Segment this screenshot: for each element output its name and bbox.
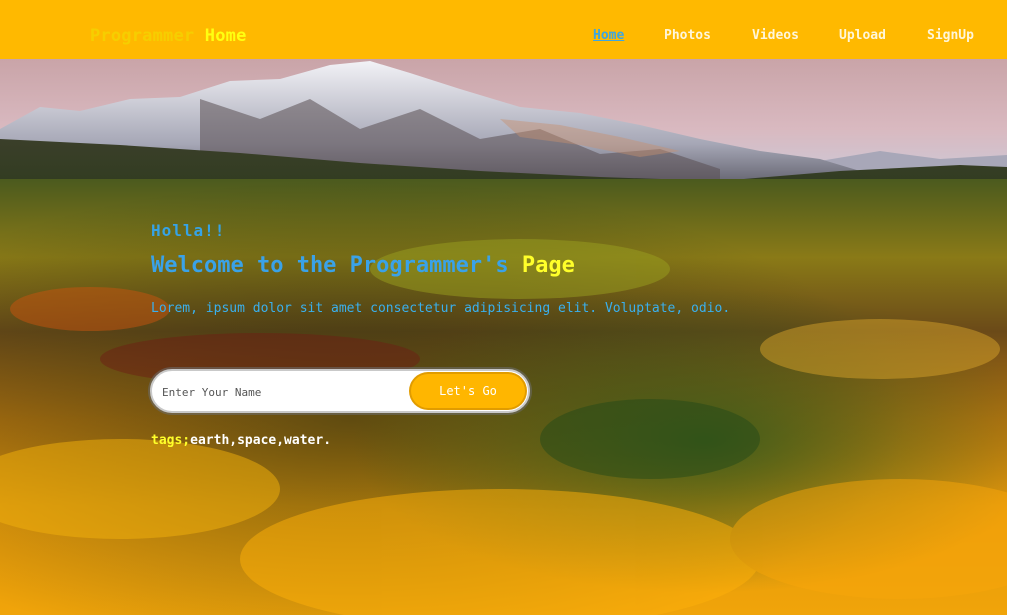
- nav-link-upload[interactable]: Upload: [839, 28, 886, 43]
- nav-link-home[interactable]: Home: [593, 28, 624, 43]
- top-navbar: Programmer Home Home Photos Videos Uploa…: [0, 0, 1007, 59]
- hero-subtext: Lorem, ipsum dolor sit amet consectetur …: [151, 301, 731, 316]
- name-form: Let's Go: [150, 369, 530, 413]
- nav-link-signup[interactable]: SignUp: [927, 28, 974, 43]
- name-input[interactable]: [162, 380, 402, 404]
- lets-go-button[interactable]: Let's Go: [411, 374, 525, 408]
- hero-headline: Welcome to the Programmer's Page: [151, 253, 575, 278]
- landscape-image: [0, 59, 1007, 615]
- hero-background-image: [0, 59, 1007, 615]
- nav-link-videos[interactable]: Videos: [752, 28, 799, 43]
- nav-link-photos[interactable]: Photos: [664, 28, 711, 43]
- headline-main-text: Welcome to the Programmer's: [151, 253, 509, 278]
- tags-line: tags;earth,space,water.: [151, 433, 331, 448]
- tags-label: tags;: [151, 433, 191, 448]
- hero-greeting: Holla!!: [151, 221, 226, 240]
- headline-highlight-text: Page: [521, 253, 575, 278]
- tags-values: earth,space,water.: [190, 433, 332, 448]
- nav-menu: Home Photos Videos Upload SignUp: [0, 28, 1007, 48]
